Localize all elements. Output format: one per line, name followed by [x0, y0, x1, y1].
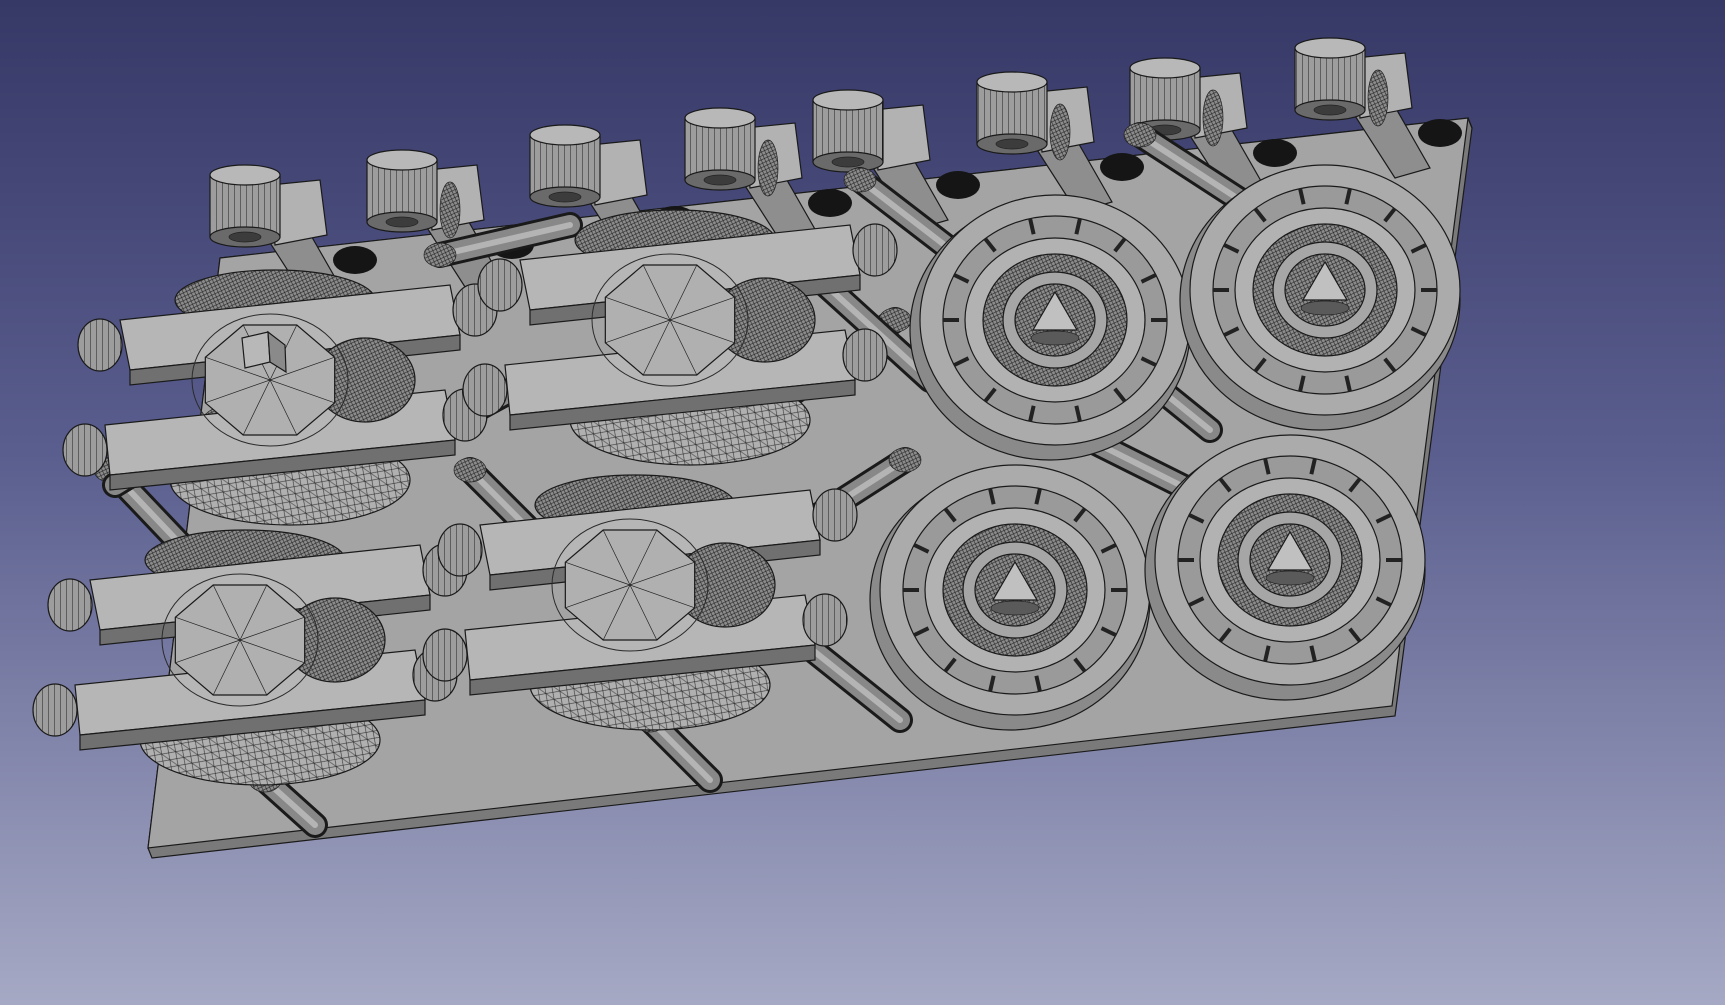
3d-model-scene[interactable] [0, 0, 1725, 1005]
3d-viewport[interactable] [0, 0, 1725, 1005]
